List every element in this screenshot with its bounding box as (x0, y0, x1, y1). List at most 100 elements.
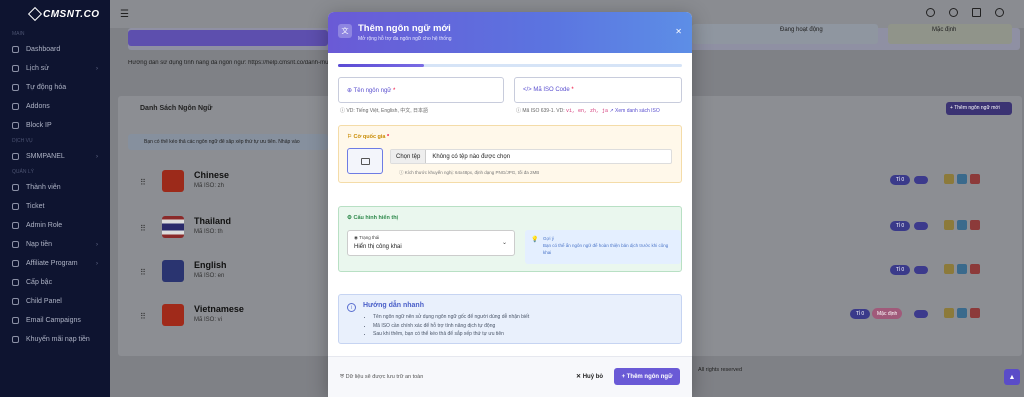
edit-icon[interactable] (957, 174, 967, 184)
sidebar-item-label: Ticket (26, 203, 45, 210)
iso-hint-prefix: Mã ISO 639-1. VD: (522, 108, 565, 114)
settings-icon[interactable] (995, 8, 1004, 17)
info-text: Bạn có thể kéo thả các ngôn ngữ để sắp x… (144, 139, 300, 145)
sidebar-item-deposit[interactable]: Nạp tiền › (0, 235, 110, 254)
sidebar-item-label: Lịch sử (26, 65, 49, 72)
purple-bar (128, 30, 328, 46)
star-icon[interactable] (944, 174, 954, 184)
chevron-right-icon: › (96, 153, 98, 160)
sidebar-item-history[interactable]: Lịch sử › (0, 59, 110, 78)
block-icon (12, 122, 19, 129)
logo-icon (27, 6, 43, 22)
drag-handle-icon[interactable]: ⠿ (140, 312, 146, 321)
drag-handle-icon[interactable]: ⠿ (140, 224, 146, 233)
close-icon[interactable]: ✕ (675, 27, 682, 36)
flag-uk (162, 260, 184, 282)
count-badge: Tỉ 0 (850, 309, 870, 319)
cart-icon (12, 153, 19, 160)
sidebar-item-deposit-promo[interactable]: Khuyến mãi nạp tiền (0, 330, 110, 349)
delete-icon[interactable] (970, 264, 980, 274)
star-icon[interactable] (944, 308, 954, 318)
sidebar-item-label: Nạp tiền (26, 241, 53, 248)
display-config-section: ⚙ Cấu hình hiển thị ◉ Trạng thái Hiển th… (338, 206, 682, 272)
star-icon[interactable] (944, 220, 954, 230)
sidebar-item-addons[interactable]: Addons (0, 97, 110, 116)
language-name-field[interactable]: ⊕ Tên ngôn ngữ * (338, 77, 504, 103)
fullscreen-icon[interactable] (972, 8, 981, 17)
levels-icon (12, 279, 19, 286)
count-badge: Tỉ 0 (890, 221, 910, 231)
drag-handle-icon[interactable]: ⠿ (140, 268, 146, 277)
delete-icon[interactable] (970, 220, 980, 230)
iso-code-field[interactable]: </> Mã ISO Code * (514, 77, 682, 103)
status-toggle[interactable] (914, 222, 928, 230)
sidebar-item-label: Block IP (26, 122, 52, 129)
users-icon (12, 184, 19, 191)
iso-code-hint: ⓘ Mã ISO 639-1. VD: vi, en, zh, ja ↗ Xem… (516, 107, 660, 114)
modal-header: 文 Thêm ngôn ngữ mới Mở rộng hỗ trợ đa ng… (328, 12, 692, 53)
tip-box: 💡 Gợi ý Bạn có thể ẩn ngôn ngữ để hoàn t… (525, 230, 681, 264)
choose-file-button[interactable]: Chọn tệp (391, 150, 427, 163)
brand-logo[interactable]: CMSNT.CO (0, 0, 110, 28)
sidebar-item-block-ip[interactable]: Block IP (0, 116, 110, 135)
language-name-label-text: Tên ngôn ngữ (353, 88, 392, 94)
edit-icon[interactable] (957, 264, 967, 274)
close-icon: ✕ (576, 374, 583, 380)
modal-title: Thêm ngôn ngữ mới (358, 23, 451, 34)
star-icon[interactable] (944, 264, 954, 274)
sidebar-item-smmpanel[interactable]: SMMPANEL › (0, 147, 110, 166)
flag-china (162, 170, 184, 192)
user-icon[interactable] (926, 8, 935, 17)
translate-icon: 文 (338, 24, 352, 38)
mail-icon (12, 317, 19, 324)
count-badge: Tỉ 0 (890, 175, 910, 185)
delete-icon[interactable] (970, 308, 980, 318)
menu-icon[interactable]: ☰ (120, 9, 129, 20)
lightbulb-icon: 💡 (531, 237, 539, 243)
role-icon (12, 222, 19, 229)
sidebar-item-label: Addons (26, 103, 50, 110)
sidebar-item-affiliate[interactable]: Affiliate Program › (0, 254, 110, 273)
language-name: Thailand (194, 216, 232, 226)
addons-icon (12, 103, 19, 110)
tip-body: Bạn có thể ẩn ngôn ngữ để hoàn thiện bản… (543, 243, 669, 255)
add-language-button[interactable]: + Thêm ngôn ngữ (614, 368, 680, 385)
count-badge: Tỉ 0 (890, 265, 910, 275)
file-name: Không có tệp nào được chọn (432, 153, 511, 160)
sidebar-item-email-campaigns[interactable]: Email Campaigns (0, 311, 110, 330)
flag-preview (347, 148, 383, 174)
scroll-top-button[interactable]: ▲ (1004, 369, 1020, 385)
flag-file-input[interactable]: Chọn tệp Không có tệp nào được chọn (390, 149, 672, 164)
iso-list-link[interactable]: ↗ Xem danh sách ISO (609, 108, 659, 114)
sidebar-item-automation[interactable]: Tự động hóa (0, 78, 110, 97)
sidebar-item-admin-role[interactable]: Admin Role (0, 216, 110, 235)
stat-label-default: Mặc định (932, 27, 957, 33)
edit-icon[interactable] (957, 220, 967, 230)
status-toggle[interactable] (914, 176, 928, 184)
sidebar-item-levels[interactable]: Cấp bậc (0, 273, 110, 292)
panel-icon (12, 298, 19, 305)
status-value: Hiển thị công khai (354, 244, 402, 250)
security-note: ⛨ Dữ liệu sẽ được lưu trữ an toàn (340, 374, 423, 381)
sidebar-item-child-panel[interactable]: Child Panel (0, 292, 110, 311)
sidebar-item-ticket[interactable]: Ticket (0, 197, 110, 216)
drag-handle-icon[interactable]: ⠿ (140, 178, 146, 187)
delete-icon[interactable] (970, 174, 980, 184)
language-name-hint-text: VD: Tiếng Việt, English, 中文, 日本語 (346, 108, 428, 114)
sidebar-item-dashboard[interactable]: Dashboard (0, 40, 110, 59)
list-item: Mã ISO cần chính xác để hỗ trợ tính năng… (373, 322, 529, 331)
status-toggle[interactable] (914, 310, 928, 318)
sidebar-item-label: Cấp bậc (26, 279, 53, 286)
sidebar-item-members[interactable]: Thành viên (0, 178, 110, 197)
status-select[interactable]: ◉ Trạng thái Hiển thị công khai ⌄ (347, 230, 515, 256)
status-toggle[interactable] (914, 266, 928, 274)
chevron-up-icon: ▲ (1008, 373, 1016, 381)
cancel-button[interactable]: ✕ Huỷ bỏ (576, 373, 603, 380)
list-item: Tên ngôn ngữ nên sử dụng ngôn ngữ gốc để… (373, 313, 529, 322)
edit-icon[interactable] (957, 308, 967, 318)
required-mark: * (571, 87, 574, 93)
moon-icon[interactable] (949, 8, 958, 17)
security-note-text: Dữ liệu sẽ được lưu trữ an toàn (345, 374, 424, 380)
quick-guide-section: i Hướng dẫn nhanh Tên ngôn ngữ nên sử dụ… (338, 294, 682, 344)
add-language-modal: 文 Thêm ngôn ngữ mới Mở rộng hỗ trợ đa ng… (328, 12, 692, 397)
